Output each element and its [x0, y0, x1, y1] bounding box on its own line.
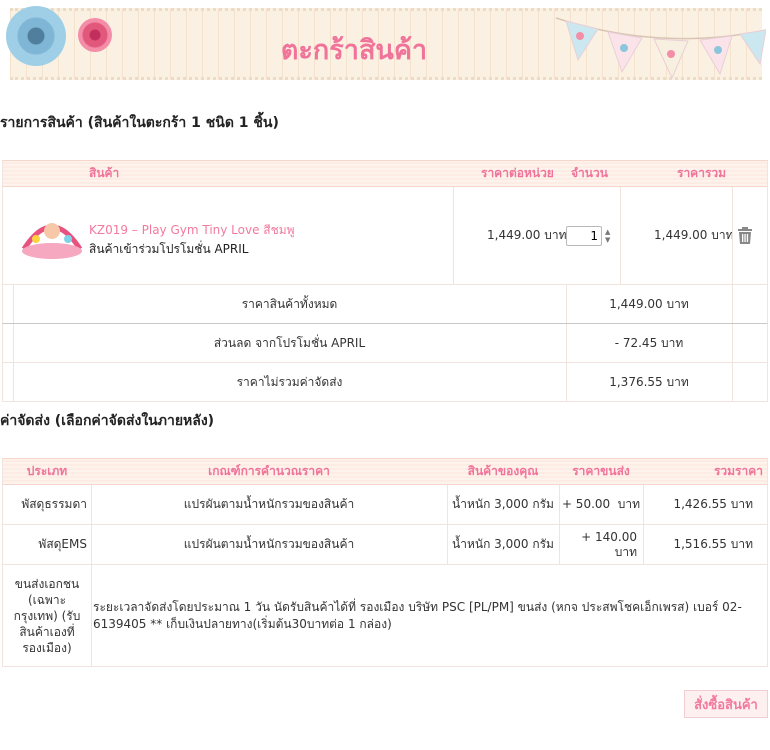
summary-row-net: ราคาไม่รวมค่าจัดส่ง 1,376.55 บาท — [2, 363, 768, 402]
header-ship-total: รวมราคา — [713, 464, 763, 478]
ship-criteria: แปรผันตามน้ำหนักรวมของสินค้า — [183, 497, 355, 511]
header-your-items: สินค้าของคุณ — [467, 464, 539, 478]
ship-weight: น้ำหนัก 3,000 กรัม — [452, 537, 554, 551]
ship-weight: น้ำหนัก 3,000 กรัม — [452, 497, 554, 511]
ship-type: ขนส่งเอกชน (เฉพาะกรุงเทพ) (รับสินค้าเองท… — [13, 576, 81, 655]
product-info: KZ019 – Play Gym Tiny Love สีชมพู สินค้า… — [89, 221, 295, 259]
summary-label: ราคาไม่รวมค่าจัดส่ง — [236, 374, 343, 389]
page-banner: ตะกร้าสินค้า — [0, 0, 770, 84]
cart-heading: รายการสินค้า (สินค้าในตะกร้า 1 ชนิด 1 ชิ… — [0, 115, 279, 131]
header-type: ประเภท — [26, 464, 68, 478]
quantity-input[interactable] — [566, 225, 602, 246]
shipping-table-header: ประเภท เกณฑ์การคำนวณราคา สินค้าของคุณ รา… — [2, 458, 768, 485]
header-product: สินค้า — [89, 166, 120, 180]
ship-total: 1,516.55 บาท — [673, 537, 753, 551]
cart-table-header: สินค้า ราคาต่อหน่วย จำนวน ราคารวม — [2, 160, 768, 187]
ship-fee: + 140.00 บาท — [581, 529, 637, 559]
shipping-row-private[interactable]: ขนส่งเอกชน (เฉพาะกรุงเทพ) (รับสินค้าเองท… — [2, 565, 768, 667]
spinner-arrows-icon[interactable]: ▲ ▼ — [605, 228, 610, 244]
shipping-heading: ค่าจัดส่ง (เลือกค่าจัดส่งในภายหลัง) — [0, 413, 215, 429]
header-criteria: เกณฑ์การคำนวณราคา — [208, 464, 330, 478]
summary-value: 1,449.00 บาท — [609, 296, 689, 311]
summary-value: 1,376.55 บาท — [609, 374, 689, 389]
summary-row-subtotal: ราคาสินค้าทั้งหมด 1,449.00 บาท — [2, 285, 768, 324]
summary-label: ส่วนลด จากโปรโมชั่น APRIL — [213, 335, 366, 350]
header-unit-price: ราคาต่อหน่วย — [481, 166, 554, 180]
summary-label: ราคาสินค้าทั้งหมด — [241, 296, 338, 311]
page-title: ตะกร้าสินค้า — [280, 35, 428, 66]
unit-price: 1,449.00 บาท — [487, 228, 567, 242]
summary-row-discount: ส่วนลด จากโปรโมชั่น APRIL - 72.45 บาท — [2, 324, 768, 363]
ship-type: พัสดุธรรมดา — [21, 497, 87, 511]
trash-icon[interactable] — [737, 227, 753, 244]
header-quantity: จำนวน — [571, 166, 608, 180]
quantity-stepper[interactable]: ▲▼ — [566, 187, 610, 284]
ship-total: 1,426.55 บาท — [673, 497, 753, 511]
shipping-row-ems[interactable]: พัสดุEMS แปรผันตามน้ำหนักรวมของสินค้า น้… — [2, 525, 768, 565]
product-name-link[interactable]: KZ019 – Play Gym Tiny Love สีชมพู — [89, 221, 295, 240]
summary-value: - 72.45 บาท — [614, 335, 684, 350]
ship-description: ระยะเวลาจัดส่งโดยประมาณ 1 วัน นัดรับสินค… — [93, 599, 742, 631]
shipping-row-regular[interactable]: พัสดุธรรมดา แปรผันตามน้ำหนักรวมของสินค้า… — [2, 485, 768, 525]
order-button[interactable]: สั่งซื้อสินค้า — [684, 690, 768, 718]
cart-item-row: KZ019 – Play Gym Tiny Love สีชมพู สินค้า… — [2, 187, 768, 285]
ship-criteria: แปรผันตามน้ำหนักรวมของสินค้า — [183, 537, 355, 551]
ship-type: พัสดุEMS — [38, 537, 87, 551]
header-fee: ราคาขนส่ง — [572, 464, 630, 478]
header-total: ราคารวม — [677, 166, 727, 180]
item-total: 1,449.00 บาท — [654, 228, 734, 242]
product-thumbnail[interactable] — [18, 209, 86, 261]
ship-fee: + 50.00 บาท — [561, 497, 641, 511]
product-promo-note: สินค้าเข้าร่วมโปรโมชั่น APRIL — [89, 242, 249, 256]
